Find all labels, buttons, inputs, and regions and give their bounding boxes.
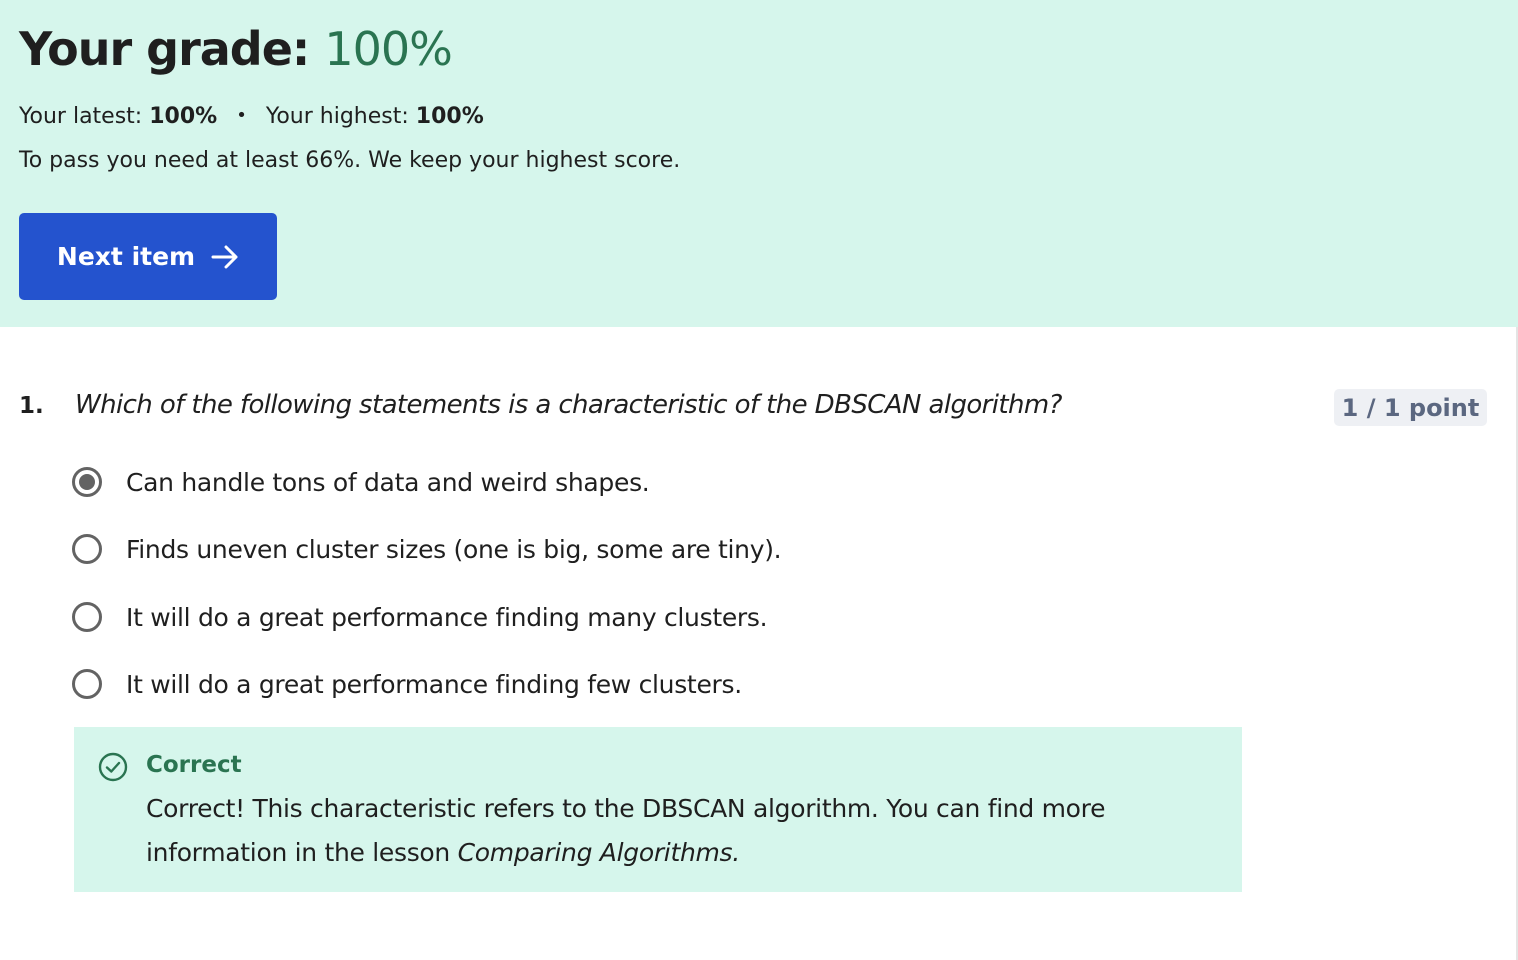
feedback-text: Correct! This characteristic refers to t… xyxy=(146,787,1206,875)
option-label: Can handle tons of data and weird shapes… xyxy=(126,467,650,497)
highest-label: Your highest: xyxy=(265,104,409,129)
grade-value: 100% xyxy=(324,22,453,76)
lesson-name: Comparing Algorithms. xyxy=(457,838,741,867)
latest-value: 100% xyxy=(149,104,218,129)
latest-label: Your latest: xyxy=(19,104,143,129)
check-circle-icon xyxy=(98,752,128,782)
question-text: Which of the following statements is a c… xyxy=(75,390,1062,420)
radio-selected[interactable] xyxy=(72,467,102,497)
option-label: It will do a great performance finding f… xyxy=(126,669,742,699)
feedback-title: Correct xyxy=(146,752,242,778)
radio-unselected[interactable] xyxy=(72,602,102,632)
next-item-label: Next item xyxy=(56,242,196,271)
arrow-right-icon xyxy=(211,245,238,268)
option-1[interactable]: Can handle tons of data and weird shapes… xyxy=(72,462,650,502)
grade-title: Your grade: 100% xyxy=(19,22,453,76)
option-4[interactable]: It will do a great performance finding f… xyxy=(72,664,742,704)
option-3[interactable]: It will do a great performance finding m… xyxy=(72,597,768,637)
pass-requirement: To pass you need at least 66%. We keep y… xyxy=(19,148,681,173)
grade-banner: Your grade: 100% Your latest: 100% • You… xyxy=(0,0,1518,327)
option-2[interactable]: Finds uneven cluster sizes (one is big, … xyxy=(72,529,782,569)
radio-unselected[interactable] xyxy=(72,669,102,699)
radio-unselected[interactable] xyxy=(72,534,102,564)
separator-dot: • xyxy=(236,105,247,126)
score-summary: Your latest: 100% • Your highest: 100% xyxy=(19,104,484,129)
points-badge: 1 / 1 point xyxy=(1334,389,1487,426)
next-item-button[interactable]: Next item xyxy=(19,213,277,300)
option-label: It will do a great performance finding m… xyxy=(126,602,768,632)
grade-label: Your grade: xyxy=(19,22,310,76)
question-number: 1. xyxy=(19,393,44,419)
feedback-panel: Correct Correct! This characteristic ref… xyxy=(74,727,1242,892)
highest-value: 100% xyxy=(415,104,484,129)
option-label: Finds uneven cluster sizes (one is big, … xyxy=(126,534,782,564)
